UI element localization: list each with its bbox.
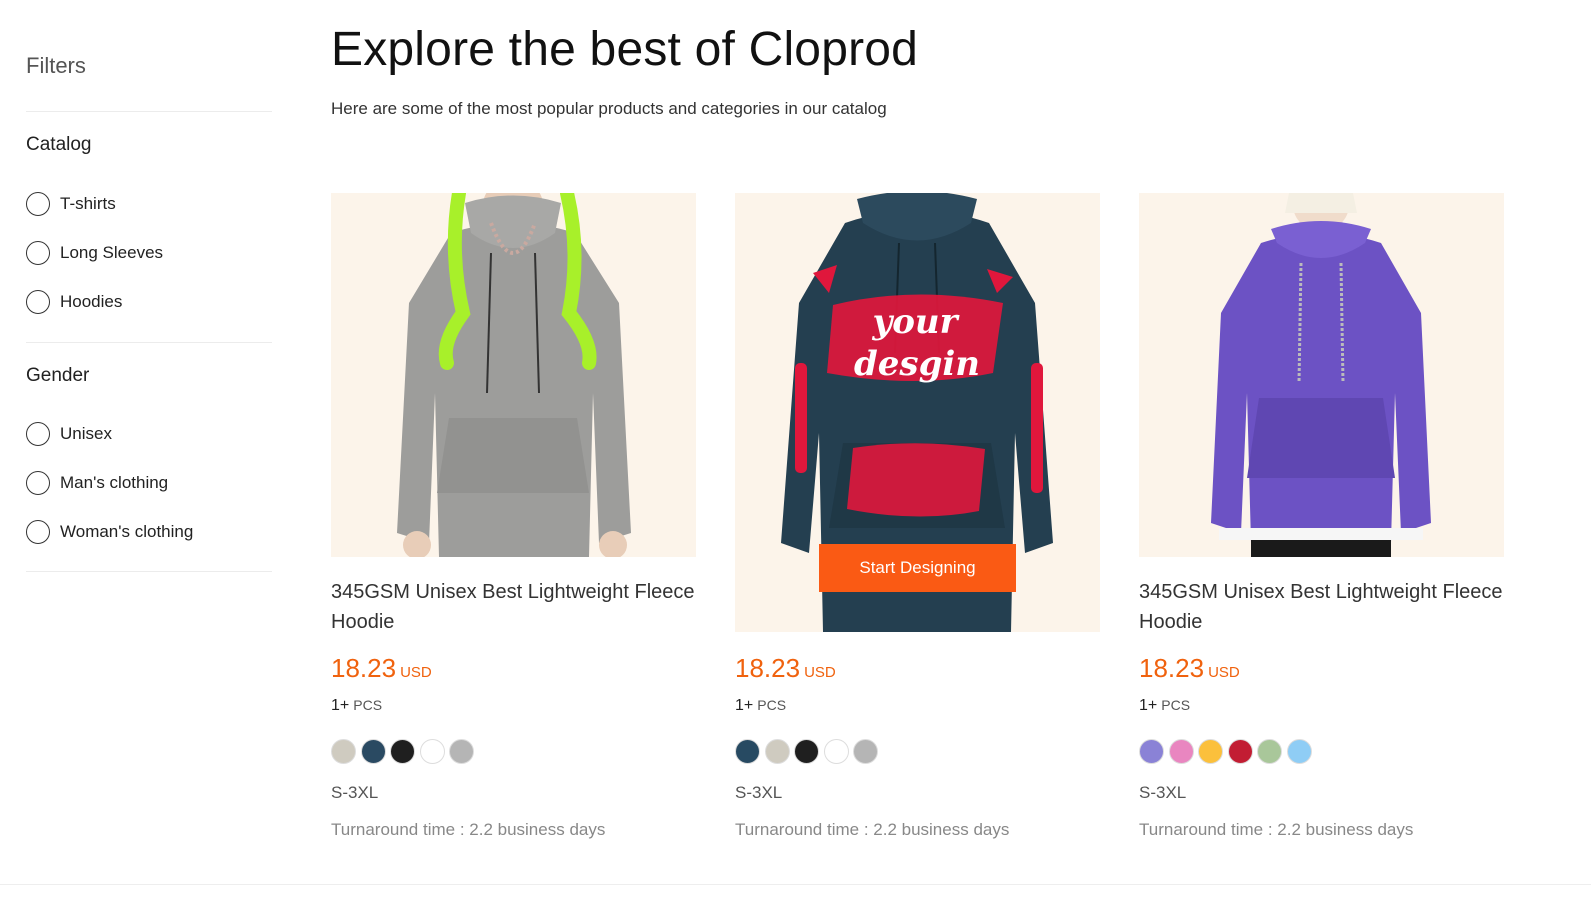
color-swatch[interactable] — [360, 739, 386, 764]
filter-option-womans-clothing[interactable]: Woman's clothing — [26, 519, 193, 545]
color-swatch[interactable] — [331, 739, 356, 764]
color-swatch[interactable] — [419, 739, 445, 764]
product-image[interactable] — [1139, 193, 1504, 557]
product-image[interactable] — [331, 193, 696, 557]
color-swatch[interactable] — [764, 739, 790, 764]
radio-button[interactable] — [26, 422, 50, 446]
color-swatch[interactable] — [1198, 739, 1223, 764]
color-swatch[interactable] — [1168, 739, 1194, 764]
color-swatch[interactable] — [1139, 739, 1164, 764]
moq-value: 1+ — [735, 697, 754, 714]
catalog-title: Catalog — [26, 134, 92, 155]
color-swatch[interactable] — [449, 739, 474, 764]
price-currency: USD — [1208, 664, 1240, 681]
filter-option-mans-clothing[interactable]: Man's clothing — [26, 470, 168, 496]
divider — [26, 342, 272, 343]
turnaround-time: Turnaround time : 2.2 business days — [735, 820, 1010, 839]
hoodie-purple-image — [1139, 193, 1504, 557]
color-swatches — [735, 739, 883, 764]
color-swatch[interactable] — [1257, 739, 1282, 764]
filter-option-long-sleeves[interactable]: Long Sleeves — [26, 240, 163, 266]
filter-label: Man's clothing — [60, 473, 169, 492]
color-swatch[interactable] — [1286, 739, 1312, 764]
product-price: 18.23 USD — [735, 653, 836, 684]
color-swatches — [1139, 739, 1316, 764]
product-name[interactable]: 345GSM Unisex Best Lightweight Fleece Ho… — [331, 577, 696, 637]
filter-label: Hoodies — [60, 292, 123, 311]
radio-button[interactable] — [26, 471, 50, 495]
color-swatch[interactable] — [794, 739, 819, 764]
radio-button[interactable] — [26, 290, 50, 314]
size-range: S-3XL — [1139, 783, 1187, 802]
color-swatches — [331, 739, 479, 764]
color-swatch[interactable] — [823, 739, 849, 764]
color-swatch[interactable] — [1227, 739, 1253, 764]
product-name[interactable]: 345GSM Unisex Best Lightweight Fleece Ho… — [1139, 577, 1504, 637]
color-swatch[interactable] — [735, 739, 760, 764]
divider — [26, 111, 272, 112]
price-value: 18.23 — [331, 653, 397, 683]
price-value: 18.23 — [735, 653, 801, 683]
filters-title: Filters — [26, 53, 86, 78]
moq-unit: PCS — [757, 697, 787, 713]
radio-button[interactable] — [26, 241, 50, 265]
design-text: your — [871, 302, 959, 342]
turnaround-time: Turnaround time : 2.2 business days — [331, 820, 606, 839]
filter-option-hoodies[interactable]: Hoodies — [26, 289, 122, 315]
radio-button[interactable] — [26, 192, 50, 216]
page-title: Explore the best of Cloprod — [331, 23, 919, 76]
moq-unit: PCS — [1161, 697, 1191, 713]
product-price: 18.23 USD — [1139, 653, 1240, 684]
moq-value: 1+ — [331, 697, 350, 714]
page-subtitle: Here are some of the most popular produc… — [331, 99, 887, 118]
filter-label: Woman's clothing — [60, 522, 194, 541]
filter-option-tshirts[interactable]: T-shirts — [26, 191, 116, 217]
footer-divider — [0, 884, 1591, 885]
min-order-quantity: 1+ PCS — [1139, 697, 1190, 715]
color-swatch[interactable] — [390, 739, 415, 764]
filter-label: Long Sleeves — [60, 243, 164, 262]
filter-label: T-shirts — [60, 194, 116, 213]
turnaround-time: Turnaround time : 2.2 business days — [1139, 820, 1414, 839]
size-range: S-3XL — [735, 783, 783, 802]
color-swatch[interactable] — [853, 739, 878, 764]
moq-unit: PCS — [353, 697, 383, 713]
filter-label: Unisex — [60, 424, 112, 443]
filter-option-unisex[interactable]: Unisex — [26, 421, 112, 447]
radio-button[interactable] — [26, 520, 50, 544]
product-price: 18.23 USD — [331, 653, 432, 684]
size-range: S-3XL — [331, 783, 379, 802]
hoodie-grey-image — [331, 193, 696, 557]
min-order-quantity: 1+ PCS — [735, 697, 786, 715]
price-currency: USD — [804, 664, 836, 681]
moq-value: 1+ — [1139, 697, 1158, 714]
price-currency: USD — [400, 664, 432, 681]
price-value: 18.23 — [1139, 653, 1205, 683]
gender-title: Gender — [26, 365, 90, 386]
min-order-quantity: 1+ PCS — [331, 697, 382, 715]
start-designing-button[interactable]: Start Designing — [819, 544, 1016, 592]
design-text: desgin — [854, 344, 980, 384]
product-image[interactable]: your desgin Start Designing — [735, 193, 1100, 632]
divider — [26, 571, 272, 572]
